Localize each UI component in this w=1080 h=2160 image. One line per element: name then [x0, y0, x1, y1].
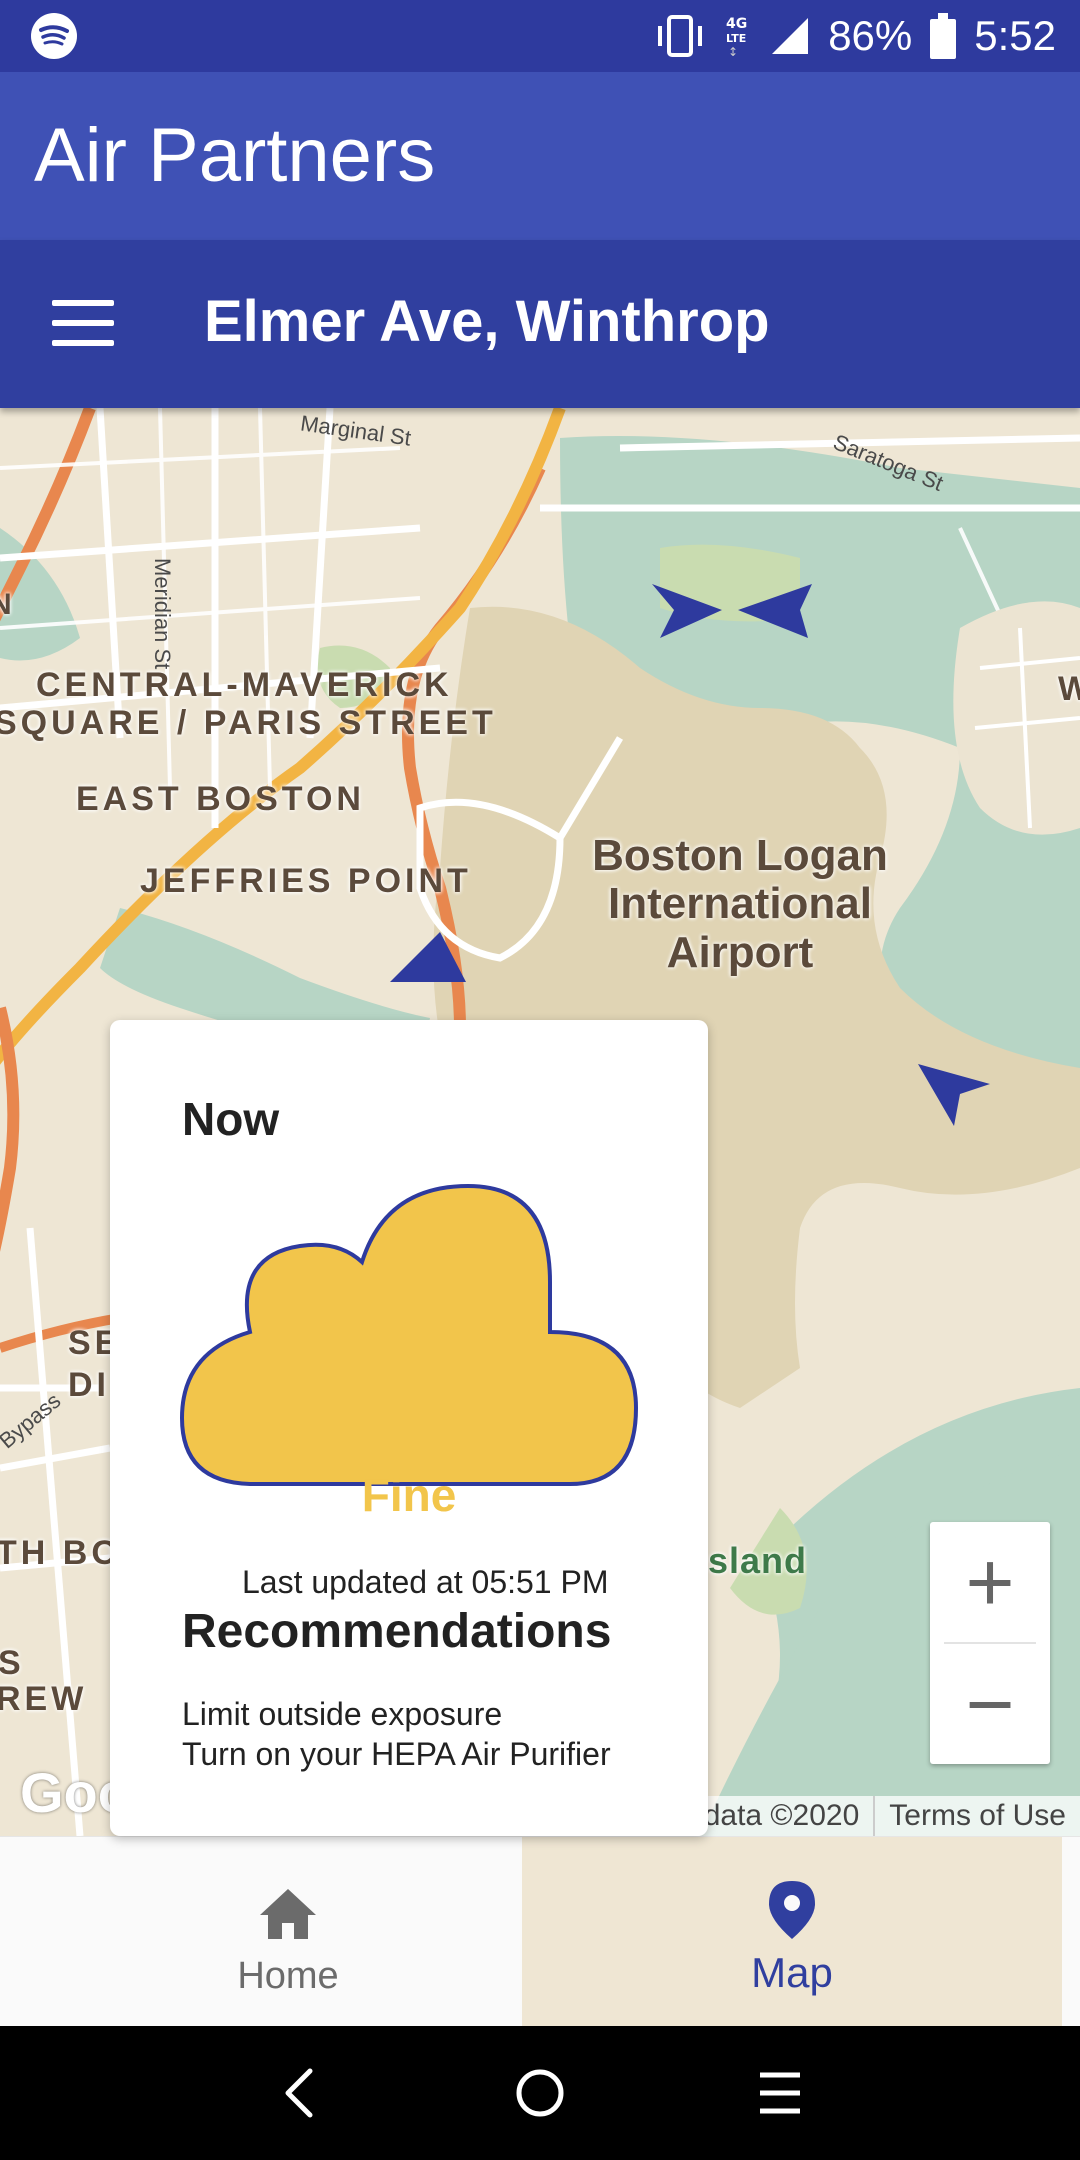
nav-label-map: Map: [751, 1949, 833, 1996]
nav-item-home[interactable]: Home: [18, 1837, 558, 2027]
system-navigation-bar: [0, 2026, 1080, 2160]
air-quality-card: Now Fine Last updated at 05:51 PM Recomm…: [110, 1020, 708, 1836]
map-label-airport: Boston Logan International Airport: [592, 831, 888, 977]
map-label-s: S: [0, 1644, 25, 1682]
nav-label-home: Home: [237, 1955, 339, 1997]
last-updated-text: Last updated at 05:51 PM: [242, 1564, 609, 1600]
app-title: Air Partners: [34, 113, 436, 198]
location-bar: Elmer Ave, Winthrop: [0, 240, 1080, 408]
zoom-in-button[interactable]: +: [930, 1522, 1050, 1642]
air-quality-status: Fine: [361, 1469, 457, 1521]
card-heading: Now: [182, 1093, 280, 1145]
map-label-island: sland: [708, 1540, 808, 1581]
sensor-marker-3[interactable]: [388, 928, 468, 988]
map-label-w: W: [1058, 670, 1080, 708]
app-bar: Air Partners: [0, 72, 1080, 240]
map-label-th-bo: TH BO: [0, 1534, 122, 1572]
4g-lte-icon: 4G LTE ↕: [724, 14, 752, 58]
sensor-marker-2[interactable]: [734, 580, 814, 640]
terms-of-use-link[interactable]: Terms of Use: [875, 1796, 1080, 1836]
sensor-marker-1[interactable]: [650, 580, 730, 640]
bottom-navigation: Home Map: [0, 1836, 1080, 2027]
zoom-out-button[interactable]: −: [930, 1644, 1050, 1764]
status-bar: 4G LTE ↕ 86% 5:52: [0, 0, 1080, 72]
battery-icon: [930, 13, 957, 59]
vibrate-icon: [654, 14, 706, 58]
battery-percent: 86%: [828, 12, 913, 59]
home-circle-icon[interactable]: [510, 2063, 570, 2123]
map-pin-icon: [769, 1881, 815, 1939]
home-icon: [260, 1889, 316, 1939]
svg-text:4G: 4G: [726, 16, 747, 32]
recommendations-title: Recommendations: [182, 1605, 612, 1658]
map-label-central-maverick: CENTRAL-MAVERICK: [36, 666, 453, 704]
recents-icon[interactable]: [750, 2063, 810, 2123]
map-label-east-boston: EAST BOSTON: [76, 780, 365, 818]
map-label-n: N: [0, 588, 16, 621]
map-label-paris-street: SQUARE / PARIS STREET: [0, 704, 497, 742]
cloud-icon: [180, 1183, 639, 1486]
street-label-meridian: Meridian St: [150, 558, 175, 670]
map-label-jeffries-point: JEFFRIES POINT: [140, 862, 472, 900]
recommendation-item: Turn on your HEPA Air Purifier: [182, 1736, 611, 1772]
spotify-icon: [30, 12, 78, 60]
recommendations-list: Limit outside exposure Turn on your HEPA…: [182, 1694, 611, 1774]
svg-text:↕: ↕: [728, 45, 738, 58]
svg-text:LTE: LTE: [726, 32, 746, 45]
signal-icon: [770, 16, 810, 56]
recommendation-item: Limit outside exposure: [182, 1696, 503, 1732]
map-label-rew: REW: [0, 1680, 88, 1718]
map-label-di: DI: [68, 1366, 110, 1404]
back-icon[interactable]: [270, 2063, 330, 2123]
location-title: Elmer Ave, Winthrop: [204, 289, 770, 354]
zoom-controls: + −: [930, 1522, 1050, 1764]
nav-item-map[interactable]: Map: [522, 1837, 1062, 2027]
clock: 5:52: [974, 12, 1056, 59]
hamburger-menu-icon[interactable]: [52, 300, 114, 350]
sensor-marker-4[interactable]: [914, 1060, 994, 1130]
